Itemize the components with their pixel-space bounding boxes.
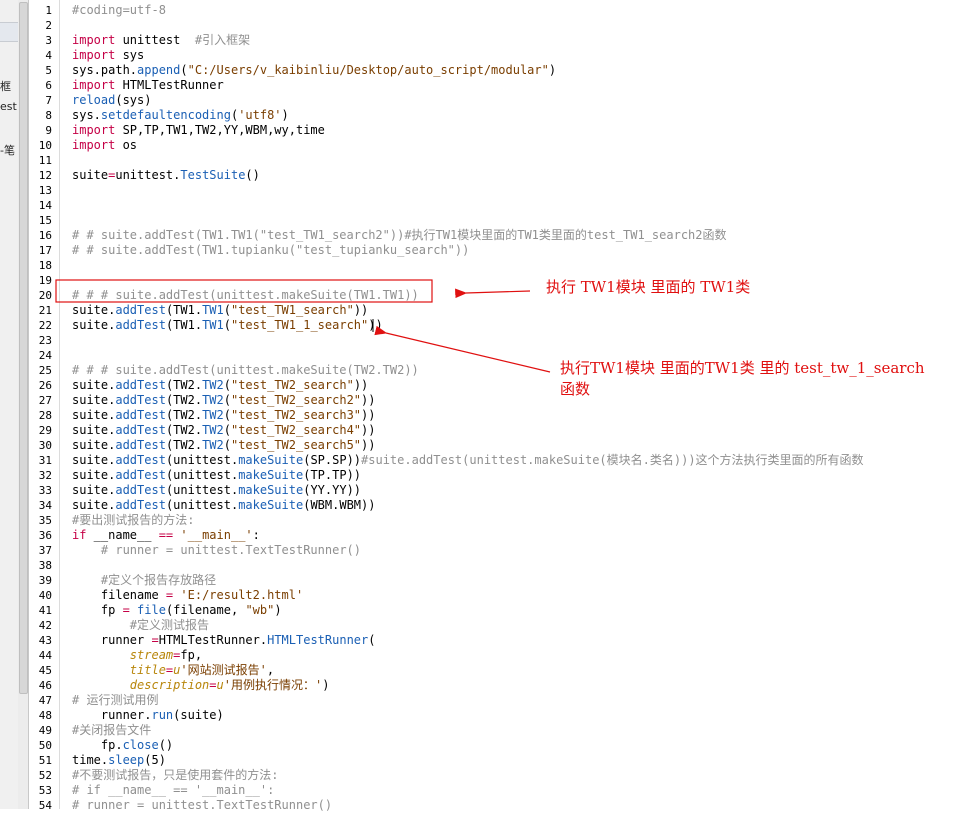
annotation-text: 函数 <box>560 380 591 398</box>
annotation-arrow <box>455 288 531 299</box>
annotation-text: 执行 TW1模块 里面的 TW1类 <box>546 278 751 296</box>
annotation-text: 执行TW1模块 里面的TW1类 里的 test_tw_1_search <box>560 359 925 377</box>
annotation-overlay <box>55 279 551 373</box>
highlight-box <box>55 279 433 303</box>
annotation-arrow <box>374 325 551 373</box>
